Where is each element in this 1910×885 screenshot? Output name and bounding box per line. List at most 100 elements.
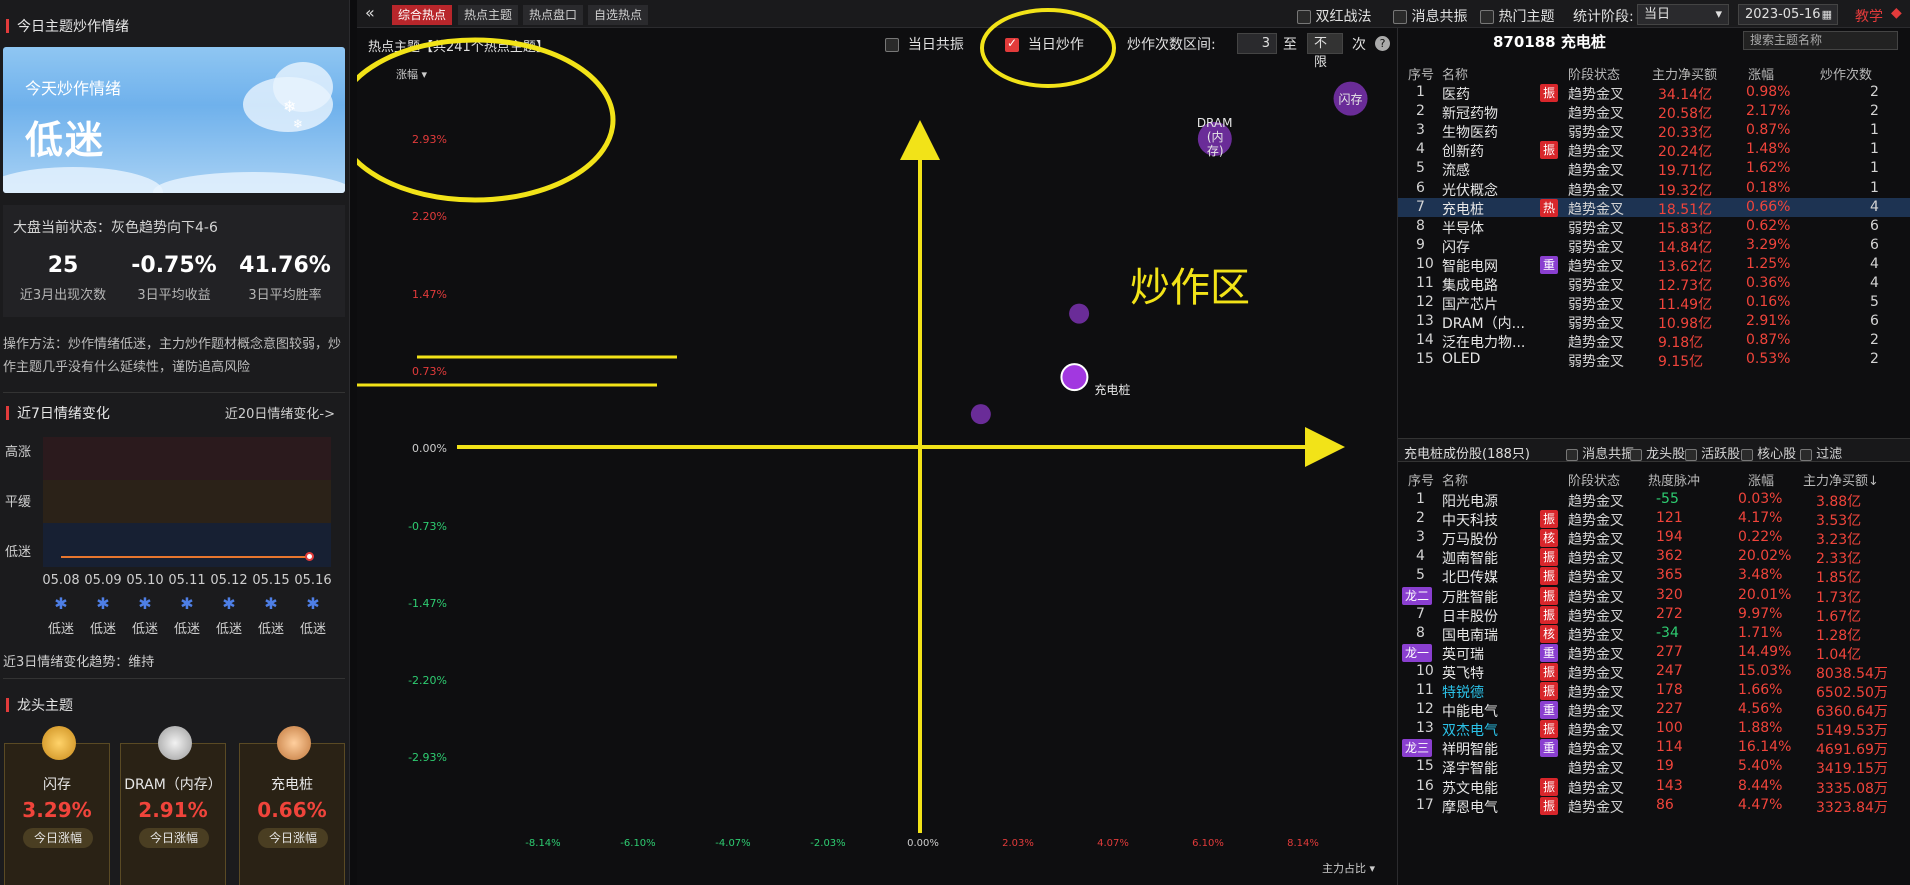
table-header-cell[interactable]: 序号 <box>1408 64 1434 83</box>
mood-level: 低迷 <box>47 622 74 637</box>
topic-bubble[interactable] <box>1069 303 1090 324</box>
table-row[interactable]: 2 新冠药物 趋势金叉 20.58亿 2.17% 2 <box>1398 102 1910 122</box>
table-row[interactable]: 11 集成电路 弱势金叉 12.73亿 0.36% 4 <box>1398 274 1910 294</box>
constituent-filter[interactable]: 消息共振 <box>1566 443 1634 462</box>
calendar-icon: ▦ <box>1821 8 1832 21</box>
constituent-filter[interactable]: 活跃股 <box>1685 443 1740 462</box>
mood-point <box>305 552 314 561</box>
table-row[interactable]: 5 流感 趋势金叉 19.71亿 1.62% 1 <box>1398 159 1910 179</box>
topic-search-input[interactable]: 搜索主题名称 <box>1743 31 1898 50</box>
constituent-filter[interactable]: 核心股 <box>1741 443 1796 462</box>
leader-button[interactable]: 今日涨幅 <box>23 828 93 848</box>
leader-card-1[interactable]: 闪存 3.29% 今日涨幅 <box>4 726 110 885</box>
level-low: 低迷 <box>5 545 32 560</box>
table-header-cell[interactable]: 阶段状态 <box>1568 470 1620 489</box>
mood-level: 低迷 <box>215 622 242 637</box>
table-header-cell[interactable]: 炒作次数 <box>1820 64 1872 83</box>
tag-badge: 振 <box>1540 662 1558 681</box>
table-row[interactable]: 龙三 祥明智能重趋势金叉 114 16.14% 4691.69万 <box>1398 738 1910 758</box>
table-row[interactable]: 2 中天科技振趋势金叉 121 4.17% 3.53亿 <box>1398 509 1910 529</box>
mood-card: ❄ ❄ 今天炒作情绪 低迷 <box>3 47 345 193</box>
leader-button[interactable]: 今日涨幅 <box>258 828 328 848</box>
tag-badge: 振 <box>1540 510 1558 529</box>
leader-button[interactable]: 今日涨幅 <box>139 828 209 848</box>
table-header-cell[interactable]: 主力净买额↓ <box>1803 470 1879 489</box>
table-row[interactable]: 7 充电桩热趋势金叉 18.51亿 0.66% 4 <box>1398 197 1910 218</box>
tag-badge: 振 <box>1540 567 1558 586</box>
right-panel: 870188 充电桩 搜索主题名称 序号 名称 阶段状态 主力净买额 涨幅 炒作次数 1医… <box>1397 28 1910 885</box>
table-row[interactable]: 10 智能电网重趋势金叉 13.62亿 1.25% 4 <box>1398 255 1910 275</box>
level-mid: 平缓 <box>5 495 32 510</box>
mood-section-title: 今日主题炒作情绪 <box>6 16 129 36</box>
topic-bubble[interactable] <box>970 404 991 425</box>
annotation-circle <box>980 8 1116 88</box>
leader-card-3[interactable]: 充电桩 0.66% 今日涨幅 <box>239 726 345 885</box>
tag-badge: 振 <box>1540 796 1558 815</box>
constituent-filter[interactable]: 龙头股 <box>1630 443 1685 462</box>
table-row[interactable]: 6 光伏概念 趋势金叉 19.32亿 0.18% 1 <box>1398 179 1910 199</box>
topic-bubble[interactable] <box>1060 363 1089 392</box>
table-header-cell[interactable]: 阶段状态 <box>1568 64 1620 83</box>
stat-avg-return: -0.75% 3日平均收益 <box>131 253 217 303</box>
stat-win-rate: 41.76% 3日平均胜率 <box>239 253 331 303</box>
table-header-cell[interactable]: 涨幅 <box>1748 64 1774 83</box>
table-row[interactable]: 3 万马股份核趋势金叉 194 0.22% 3.23亿 <box>1398 528 1910 548</box>
stock-table-header: 序号 名称 阶段状态 热度脉冲 涨幅 主力净买额↓ <box>1398 467 1910 489</box>
table-row[interactable]: 17 摩恩电气振趋势金叉 86 4.47% 3323.84万 <box>1398 796 1910 816</box>
snowflake-icon: ❄ <box>293 117 304 131</box>
mood-date: 05.09 <box>84 573 122 588</box>
table-row[interactable]: 龙二 万胜智能振趋势金叉 320 20.01% 1.73亿 <box>1398 586 1910 606</box>
table-header-cell[interactable]: 名称 <box>1442 470 1468 489</box>
table-header-cell[interactable]: 名称 <box>1442 64 1468 83</box>
check-news[interactable]: 消息共振 <box>1393 6 1467 26</box>
table-row[interactable]: 1 阳光电源 趋势金叉 -55 0.03% 3.88亿 <box>1398 490 1910 510</box>
table-row[interactable]: 4 创新药振趋势金叉 20.24亿 1.48% 1 <box>1398 140 1910 160</box>
table-row[interactable]: 龙一 英可瑞重趋势金叉 277 14.49% 1.04亿 <box>1398 643 1910 663</box>
bubble-label: 充电桩 <box>1094 382 1130 397</box>
table-row[interactable]: 16 苏文电能振趋势金叉 143 8.44% 3335.08万 <box>1398 777 1910 797</box>
tag-badge: 振 <box>1540 777 1558 796</box>
mood-date: 05.12 <box>210 573 248 588</box>
table-row[interactable]: 12 中能电气重趋势金叉 227 4.56% 6360.64万 <box>1398 700 1910 720</box>
constituent-header-bar: 充电桩成份股(188只) 消息共振 龙头股 活跃股 核心股 过滤 <box>1398 438 1910 462</box>
table-header-cell[interactable]: 主力净买额 <box>1652 64 1717 83</box>
table-row[interactable]: 1 医药振趋势金叉 34.14亿 0.98% 2 <box>1398 83 1910 103</box>
market-state: 大盘当前状态：灰色趋势向下4-6 <box>13 220 218 236</box>
table-row[interactable]: 10 英飞特振趋势金叉 247 15.03% 8038.54万 <box>1398 662 1910 682</box>
stat-period-select[interactable]: 当日 ▾ <box>1637 4 1729 25</box>
table-row[interactable]: 14 泛在电力物... 趋势金叉 9.18亿 0.87% 2 <box>1398 331 1910 351</box>
help-link[interactable]: 教学 <box>1855 6 1883 26</box>
table-header-cell[interactable]: 热度脉冲 <box>1648 470 1700 489</box>
mood-level: 低迷 <box>257 622 284 637</box>
table-header-cell[interactable]: 序号 <box>1408 470 1434 489</box>
table-row[interactable]: 8 国电南瑞核趋势金叉 -34 1.71% 1.28亿 <box>1398 624 1910 644</box>
table-row[interactable]: 8 半导体 弱势金叉 15.83亿 0.62% 6 <box>1398 217 1910 237</box>
tag-badge: 振 <box>1540 586 1558 605</box>
tag-badge: 振 <box>1540 720 1558 739</box>
table-row[interactable]: 7 日丰股份振趋势金叉 272 9.97% 1.67亿 <box>1398 605 1910 625</box>
table-row[interactable]: 13 DRAM（内... 弱势金叉 10.98亿 2.91% 6 <box>1398 312 1910 332</box>
silver-medal-icon <box>158 726 192 760</box>
leader-badge: 龙三 <box>1402 739 1432 758</box>
constituent-filter[interactable]: 过滤 <box>1800 443 1842 462</box>
stat-period-label: 统计阶段: <box>1573 9 1634 25</box>
table-row[interactable]: 5 北巴传媒振趋势金叉 365 3.48% 1.85亿 <box>1398 566 1910 586</box>
trend-text: 近3日情绪变化趋势：维持 <box>3 655 155 670</box>
table-row[interactable]: 12 国产芯片 弱势金叉 11.49亿 0.16% 5 <box>1398 293 1910 313</box>
tag-badge: 振 <box>1540 141 1558 160</box>
table-row[interactable]: 15 OLED 弱势金叉 9.15亿 0.53% 2 <box>1398 350 1910 370</box>
leader-card-2[interactable]: DRAM（内存） 2.91% 今日涨幅 <box>120 726 226 885</box>
table-header-cell[interactable]: 涨幅 <box>1748 470 1774 489</box>
mood20-link[interactable]: 近20日情绪变化-> <box>225 403 335 422</box>
date-picker[interactable]: 2023-05-16 ▦ <box>1738 4 1838 25</box>
tag-badge: 振 <box>1540 605 1558 624</box>
table-row[interactable]: 3 生物医药 弱势金叉 20.33亿 0.87% 1 <box>1398 121 1910 141</box>
mood-date: 05.15 <box>252 573 290 588</box>
table-row[interactable]: 4 迦南智能振趋势金叉 362 20.02% 2.33亿 <box>1398 547 1910 567</box>
table-row[interactable]: 11 特锐德振趋势金叉 178 1.66% 6502.50万 <box>1398 681 1910 701</box>
gold-medal-icon <box>42 726 76 760</box>
check-hot-topic[interactable]: 热门主题 <box>1480 6 1554 26</box>
table-row[interactable]: 15 泽宇智能 趋势金叉 19 5.40% 3419.15万 <box>1398 757 1910 777</box>
table-row[interactable]: 9 闪存 弱势金叉 14.84亿 3.29% 6 <box>1398 236 1910 256</box>
table-row[interactable]: 13 双杰电气振趋势金叉 100 1.88% 5149.53万 <box>1398 719 1910 739</box>
